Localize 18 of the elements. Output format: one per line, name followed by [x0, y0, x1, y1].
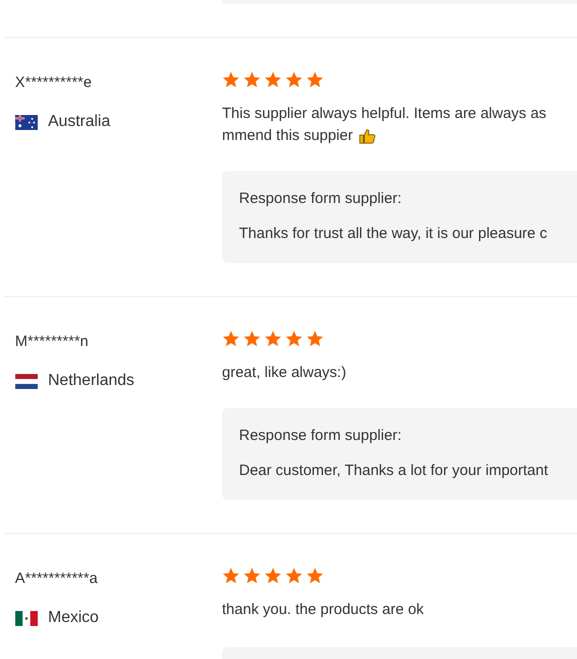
flag-icon [15, 114, 38, 130]
response-text: Dear customer, Thanks a lot for your important [239, 461, 550, 481]
flag-icon [15, 610, 38, 626]
response-text: Thanks for trust all the way, it is our pleasure c [239, 224, 548, 244]
review-text: thank you. the products are ok [222, 600, 424, 620]
thumbs-up-icon [358, 127, 376, 145]
flag-icon [15, 374, 38, 388]
country-name: Mexico [48, 609, 99, 627]
response-label: Response form supplier: [239, 189, 403, 209]
reviewer-name: X**********e [15, 73, 93, 93]
country-name: Netherlands [48, 372, 134, 390]
review-text: This supplier always helpful. Items are always as [222, 104, 546, 124]
response-label: Response form supplier: [239, 426, 403, 446]
country-name: Australia [48, 113, 110, 131]
reviewer-name: M*********n [15, 332, 90, 352]
review-text: mmend this suppier [222, 126, 353, 146]
reviewer-name: A***********a [15, 569, 99, 589]
review-text: great, like always:) [222, 363, 346, 383]
